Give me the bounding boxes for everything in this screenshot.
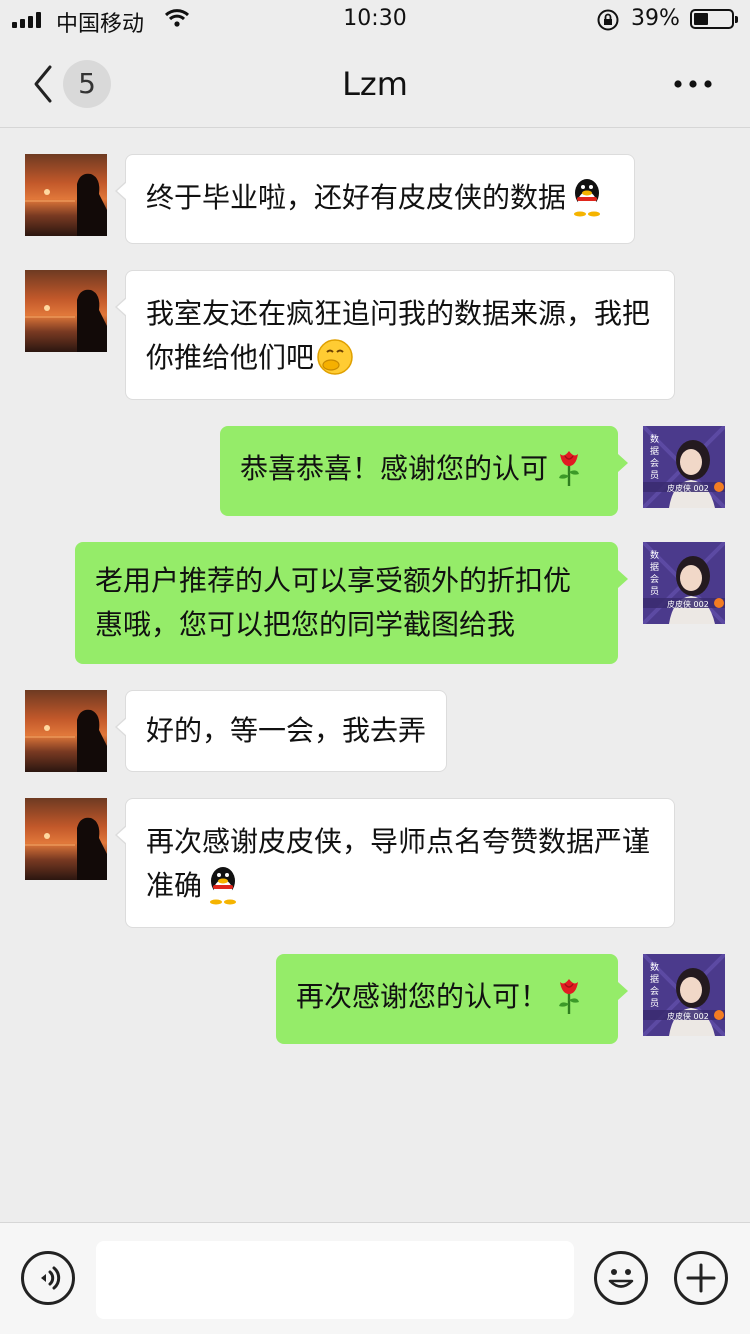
contact-avatar[interactable] bbox=[25, 690, 107, 772]
voice-button[interactable] bbox=[21, 1251, 75, 1305]
message-text: 好的，等一会，我去弄 bbox=[146, 714, 427, 747]
contact-avatar[interactable] bbox=[25, 154, 107, 236]
avatar-caption: 皮皮侠 002 bbox=[667, 484, 709, 493]
message-bubble[interactable]: 老用户推荐的人可以享受额外的折扣优惠哦，您可以把您的同学截图给我 bbox=[75, 542, 628, 664]
message-bubble[interactable]: 终于毕业啦，还好有皮皮侠的数据 bbox=[115, 154, 635, 244]
message-text: 再次感谢您的认可！ bbox=[296, 980, 549, 1013]
message-bubble[interactable]: 再次感谢皮皮侠，导师点名夸赞数据严谨准确 bbox=[115, 798, 675, 928]
more-button[interactable] bbox=[668, 72, 718, 96]
message-bubble[interactable]: 恭喜恭喜！感谢您的认可 bbox=[220, 426, 628, 516]
avatar-caption: 皮皮侠 002 bbox=[667, 600, 709, 609]
battery-percent: 39% bbox=[631, 6, 680, 31]
message-bubble[interactable]: 再次感谢您的认可！ bbox=[276, 954, 628, 1044]
chat-title: Lzm bbox=[342, 65, 408, 103]
avatar-label: 数据会员 bbox=[650, 963, 660, 1009]
avatar-caption: 皮皮侠 002 bbox=[667, 1012, 709, 1021]
message-bubble[interactable]: 我室友还在疯狂追问我的数据来源，我把你推给他们吧 bbox=[115, 270, 675, 400]
more-actions-button[interactable] bbox=[674, 1251, 728, 1305]
contact-avatar[interactable] bbox=[25, 798, 107, 880]
my-avatar[interactable]: 数据会员 皮皮侠 002 bbox=[643, 542, 725, 624]
input-bar bbox=[0, 1222, 750, 1334]
smiley-icon bbox=[608, 1269, 634, 1288]
plus-icon bbox=[686, 1263, 716, 1293]
rose-emoji-icon bbox=[550, 976, 588, 1016]
rose-emoji-icon bbox=[550, 448, 588, 488]
message-input[interactable] bbox=[96, 1241, 574, 1319]
contact-avatar[interactable] bbox=[25, 270, 107, 352]
avatar-label: 数据会员 bbox=[650, 435, 660, 481]
more-dots-icon bbox=[674, 80, 712, 88]
rotation-lock-icon bbox=[596, 8, 620, 38]
battery-icon bbox=[690, 9, 738, 29]
message-text: 我室友还在疯狂追问我的数据来源，我把你推给他们吧 bbox=[146, 297, 651, 374]
message-bubble[interactable]: 好的，等一会，我去弄 bbox=[115, 690, 447, 772]
message-text: 老用户推荐的人可以享受额外的折扣优惠哦，您可以把您的同学截图给我 bbox=[95, 564, 572, 641]
avatar-label: 数据会员 bbox=[650, 551, 660, 597]
penguin-emoji-icon bbox=[204, 865, 242, 905]
message-text: 终于毕业啦，还好有皮皮侠的数据 bbox=[146, 181, 567, 214]
hand-over-mouth-emoji-icon bbox=[316, 337, 354, 377]
chat-header: 5 Lzm bbox=[0, 40, 750, 128]
emoji-button[interactable] bbox=[594, 1251, 648, 1305]
message-text: 恭喜恭喜！感谢您的认可 bbox=[240, 452, 549, 485]
my-avatar[interactable]: 数据会员 皮皮侠 002 bbox=[643, 954, 725, 1036]
voice-icon bbox=[41, 1266, 61, 1290]
status-bar: 中国移动 10:30 39% bbox=[0, 0, 750, 40]
penguin-emoji-icon bbox=[568, 177, 606, 217]
my-avatar[interactable]: 数据会员 皮皮侠 002 bbox=[643, 426, 725, 508]
